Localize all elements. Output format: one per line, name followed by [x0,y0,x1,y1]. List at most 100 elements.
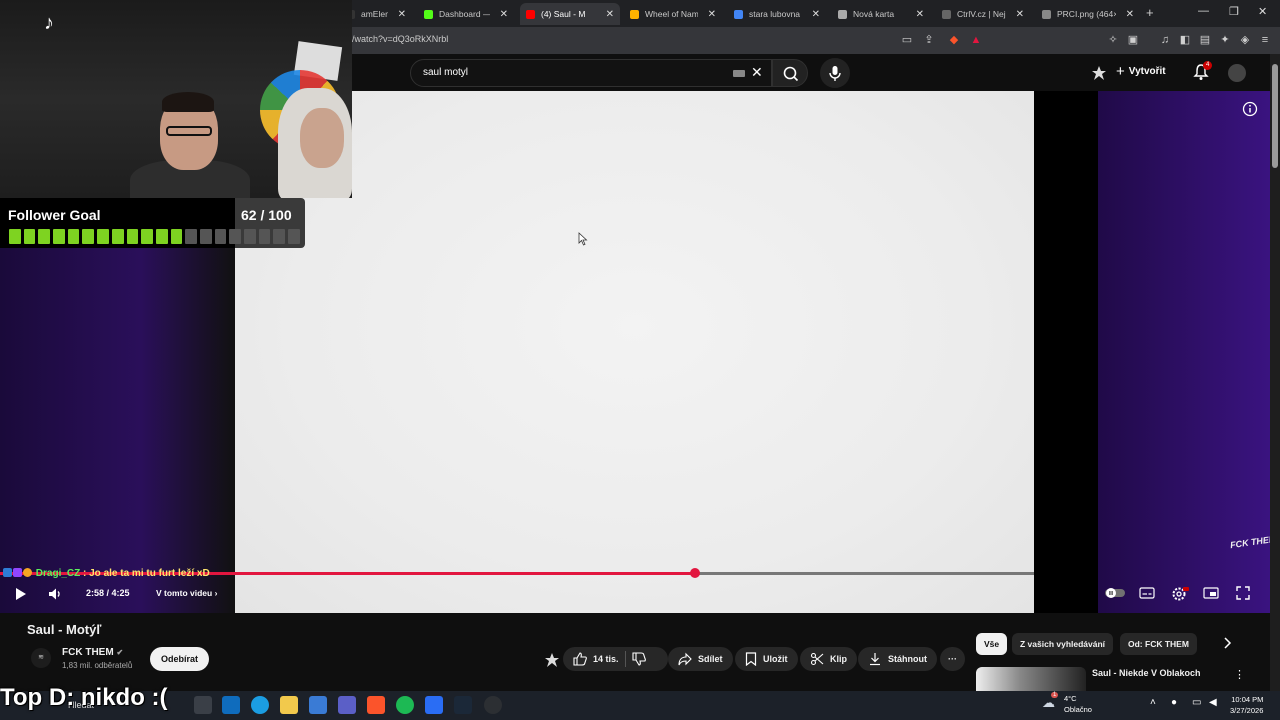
volume-icon[interactable] [47,586,63,602]
chip-from-searches[interactable]: Z vašich vyhledávání [1012,633,1114,655]
subtitles-icon[interactable] [1139,586,1155,600]
recommendation-thumbnail[interactable] [976,667,1086,691]
channel-name[interactable]: FCK THEM ✔ [62,647,123,658]
browser-tab[interactable]: stara lubovna maps ✕ [728,3,826,25]
system-clock[interactable]: 10:04 PM 3/27/2026 [1230,694,1263,716]
download-label: Stáhnout [888,654,927,664]
chat-username: Dragi_CZ [35,568,81,579]
outlook-icon[interactable] [222,696,240,714]
autoplay-toggle[interactable] [1104,586,1126,600]
channel-name-label: FCK THEM [62,647,114,658]
tray-overflow-icon[interactable]: ˄ [1150,697,1156,708]
wallet-icon[interactable]: ▤ [1198,33,1212,47]
chat-text: Jo ale ta mi tu furt leží xD [89,568,210,579]
music-icon[interactable]: ♫ [1158,33,1172,47]
url-field[interactable]: /watch?v=dQ3oRkXNrbl [352,34,448,44]
microphone-tray-icon[interactable]: ● [1171,697,1177,708]
scrollbar-thumb[interactable] [1272,64,1278,168]
tab-close-icon[interactable]: ✕ [1016,9,1024,20]
goal-title: Follower Goal [8,207,101,223]
channel-avatar[interactable]: ≋ [31,648,51,668]
gift-extension-icon[interactable] [544,652,560,668]
share-icon [678,652,692,666]
top-donator-overlay: Top D: nikdo :( [0,684,168,711]
network-icon[interactable]: ▭ [1192,697,1201,708]
new-tab-button[interactable]: + [1146,5,1154,20]
recommendation-menu-icon[interactable]: ⋮ [1234,668,1245,681]
teams-icon[interactable] [338,696,356,714]
task-view-icon[interactable] [194,696,212,714]
edge-icon[interactable] [251,696,269,714]
search-input[interactable]: saul motyl [423,67,468,78]
extensions-icon[interactable]: ✧ [1106,33,1120,47]
settings-gear-icon[interactable] [1171,586,1189,602]
browser-tab[interactable]: Nová karta ✕ [832,3,930,25]
tiktok-logo-icon: ♪ [44,12,54,34]
clear-search-icon[interactable]: ✕ [751,64,763,81]
menu-icon[interactable]: ≡ [1258,33,1272,47]
spotify-icon[interactable] [396,696,414,714]
more-actions-button[interactable]: ··· [940,647,965,671]
account-avatar[interactable] [1228,64,1246,82]
tab-favicon-icon [942,9,951,19]
play-icon[interactable] [14,586,28,602]
cast-icon[interactable]: ▭ [900,33,914,47]
chapters-button[interactable]: V tomto videu › [156,588,217,598]
recommendation-title[interactable]: Saul - Niekde V Oblakoch [1092,668,1201,678]
browser-tab[interactable]: (4) Saul - M ✕ [520,3,620,25]
fullscreen-icon[interactable] [1236,586,1250,600]
gift-extension-icon[interactable] [1091,65,1107,81]
steam-icon[interactable] [454,696,472,714]
tab-search-icon[interactable]: ▣ [1126,33,1140,47]
browser-tab[interactable]: Dashboard — Kick ✕ [418,3,514,25]
miniplayer-icon[interactable] [1203,586,1219,600]
tab-close-icon[interactable]: ✕ [812,9,820,20]
time-display: 2:58 / 4:25 [86,588,130,598]
browser-tab[interactable]: CtrlV.cz | Nejrychle ✕ [936,3,1030,25]
tab-close-icon[interactable]: ✕ [1126,9,1134,20]
close-window-button[interactable]: ✕ [1258,5,1267,18]
chip-from-channel[interactable]: Od: FCK THEM [1120,633,1197,655]
create-button[interactable]: + Vytvořit [1116,63,1166,80]
browser-tab[interactable]: PRCI.png (464×330) ✕ [1036,3,1140,25]
download-button[interactable]: Stáhnout [858,647,937,671]
store-icon[interactable] [309,696,327,714]
tab-close-icon[interactable]: ✕ [606,9,614,20]
file-explorer-icon[interactable] [280,696,298,714]
sidebar-icon[interactable]: ◧ [1178,33,1192,47]
keyboard-icon[interactable] [733,70,745,77]
clip-button[interactable]: Klip [800,647,857,671]
brave-shields-icon[interactable]: ◆ [947,33,961,47]
video-info-icon[interactable] [1242,101,1258,117]
speaker-icon[interactable]: ◀ [1209,697,1217,708]
tab-close-icon[interactable]: ✕ [500,9,508,20]
chevron-right-icon[interactable] [1220,636,1234,650]
progress-scrubber-handle[interactable] [690,568,700,578]
scissors-icon [810,652,824,666]
share-button[interactable]: Sdílet [668,647,733,671]
video-player[interactable] [235,91,1035,613]
like-button[interactable]: 14 tis. [573,652,619,666]
app-icon[interactable] [425,696,443,714]
search-button[interactable] [772,59,808,87]
chip-all[interactable]: Vše [976,633,1008,655]
save-button[interactable]: Uložit [735,647,798,671]
voice-search-button[interactable] [820,58,850,88]
tab-close-icon[interactable]: ✕ [916,9,924,20]
browser-tab[interactable]: Wheel of Names | R ✕ [624,3,722,25]
brave-rewards-icon[interactable]: ▲ [969,33,983,47]
tab-close-icon[interactable]: ✕ [398,9,406,20]
obs-icon[interactable] [484,696,502,714]
tab-close-icon[interactable]: ✕ [708,9,716,20]
goal-segment-empty [229,229,241,244]
share-label: Sdílet [698,654,723,664]
brave-browser-icon[interactable] [367,696,385,714]
restore-button[interactable]: ❐ [1229,5,1239,18]
subscribe-button[interactable]: Odebírat [150,647,210,671]
search-box[interactable]: saul motyl ✕ [410,59,772,87]
thumbs-down-icon[interactable] [631,652,646,666]
minimize-button[interactable]: — [1198,5,1209,17]
leo-ai-icon[interactable]: ✦ [1218,33,1232,47]
share-page-icon[interactable]: ⇪ [922,33,936,47]
vpn-icon[interactable]: ◈ [1238,33,1252,47]
